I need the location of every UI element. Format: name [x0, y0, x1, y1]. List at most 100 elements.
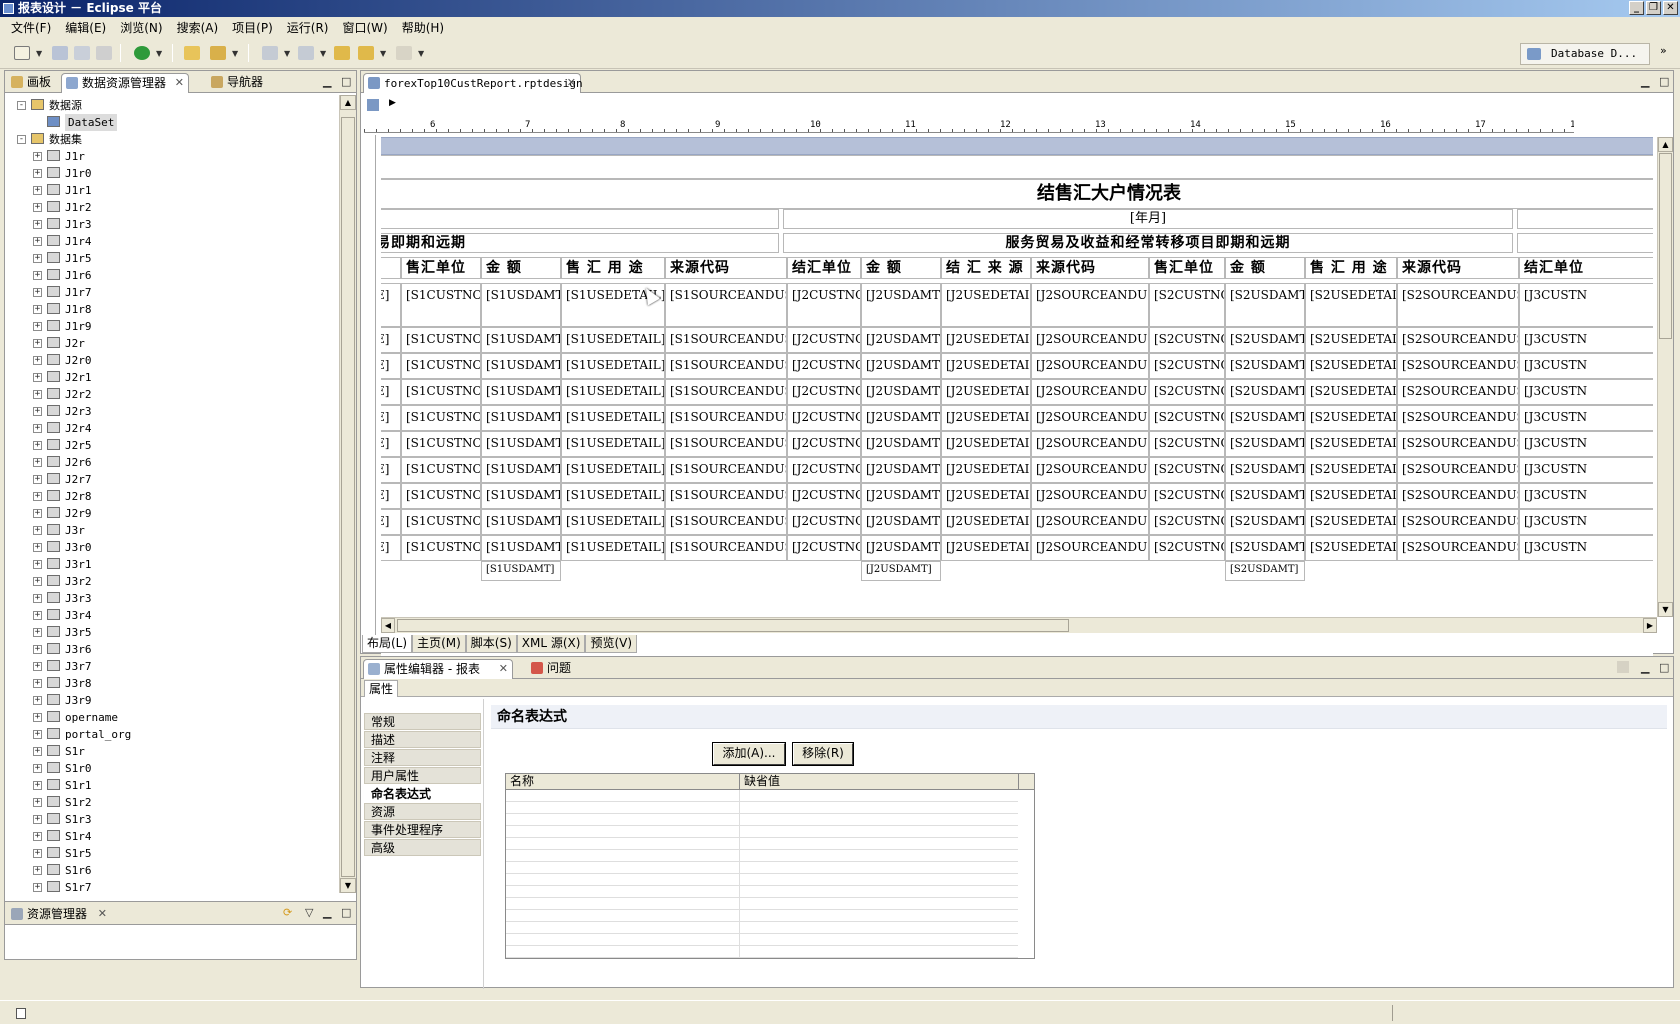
data-cell[interactable]: [J2CUSTNO]	[787, 509, 861, 535]
tree-dataset-item[interactable]: + J2r7	[9, 471, 327, 488]
data-cell[interactable]: [S2SOURCEANDUSE]	[1397, 283, 1519, 327]
tree-dataset-item[interactable]: + J3r1	[9, 556, 327, 573]
row-prefix[interactable]: E]	[381, 457, 401, 483]
data-cell[interactable]: [S2SOURCEANDUSE]	[1397, 405, 1519, 431]
expand-icon[interactable]: +	[33, 441, 42, 450]
expand-icon[interactable]: +	[33, 356, 42, 365]
data-cell[interactable]: [S2USDAMT]	[1225, 535, 1305, 561]
table-row[interactable]	[506, 886, 1018, 898]
minimize-view-icon[interactable]: ▁	[323, 906, 331, 919]
data-cell[interactable]: [S1CUSTNO]	[401, 379, 481, 405]
column-header[interactable]: 结汇单位	[1519, 257, 1653, 279]
close-icon[interactable]: ✕	[567, 74, 576, 92]
data-cell[interactable]: [J2SOURCEANDUSE]	[1031, 509, 1149, 535]
expand-icon[interactable]: +	[33, 271, 42, 280]
tree-dataset-item[interactable]: + J2r3	[9, 403, 327, 420]
data-cell[interactable]: [J2SOURCEANDUSE]	[1031, 431, 1149, 457]
expand-icon[interactable]: +	[33, 186, 42, 195]
menu-run[interactable]: 运行(R)	[280, 19, 336, 36]
save-all-icon[interactable]	[74, 46, 90, 60]
data-cell[interactable]: [S1SOURCEANDUSE]	[665, 457, 787, 483]
tree-dataset-item[interactable]: + J3r3	[9, 590, 327, 607]
data-cell[interactable]: [S2CUSTNO]	[1149, 457, 1225, 483]
data-cell[interactable]: [S1CUSTNO]	[401, 509, 481, 535]
expand-icon[interactable]: +	[33, 339, 42, 348]
data-cell[interactable]: [J2SOURCEANDUSE]	[1031, 353, 1149, 379]
data-cell[interactable]: [J2USDAMT]	[861, 283, 941, 327]
data-cell[interactable]: [S2USEDETAIL]	[1305, 405, 1397, 431]
data-cell[interactable]: [S1USEDETAIL]	[561, 509, 665, 535]
open-folder-icon[interactable]	[184, 46, 200, 60]
menu-help[interactable]: 帮助(H)	[395, 19, 451, 36]
data-cell[interactable]: [J2SOURCEANDUSE]	[1031, 379, 1149, 405]
data-cell[interactable]: [J3CUSTN	[1519, 509, 1653, 535]
data-cell[interactable]: [S2CUSTNO]	[1149, 509, 1225, 535]
expand-icon[interactable]: +	[33, 407, 42, 416]
row-prefix[interactable]: E]	[381, 379, 401, 405]
data-cell[interactable]: [J2USEDETAIL]	[941, 327, 1031, 353]
back-dropdown-icon[interactable]: ▼	[380, 49, 386, 58]
table-row[interactable]	[506, 826, 1018, 838]
maximize-view-icon[interactable]: □	[341, 906, 351, 919]
edit-dropdown-icon[interactable]: ▼	[232, 49, 238, 58]
data-cell[interactable]: [S2CUSTNO]	[1149, 431, 1225, 457]
data-cell[interactable]: [S1USEDETAIL]	[561, 327, 665, 353]
expand-icon[interactable]: +	[33, 764, 42, 773]
row-prefix[interactable]: E]	[381, 483, 401, 509]
column-header[interactable]: 售 汇 用 途	[561, 257, 665, 279]
maximize-editor-icon[interactable]: □	[1659, 75, 1669, 88]
tree-dataset-item[interactable]: + J3r4	[9, 607, 327, 624]
data-cell[interactable]: [S2USDAMT]	[1225, 379, 1305, 405]
view-menu-icon[interactable]: ▽	[305, 906, 313, 919]
tree-dataset-item[interactable]: + J3r2	[9, 573, 327, 590]
date-cell-left[interactable]	[381, 209, 779, 229]
minimize-view-icon[interactable]: ▁	[323, 75, 331, 88]
refresh-icon[interactable]: ⟳	[283, 906, 292, 919]
data-cell[interactable]: [J2USDAMT]	[861, 405, 941, 431]
column-header[interactable]: 结 汇 来 源	[941, 257, 1031, 279]
data-cell[interactable]: [S1USEDETAIL]	[561, 457, 665, 483]
tree-scrollbar[interactable]: ▲ ▼	[339, 95, 356, 893]
row-prefix[interactable]: E]	[381, 283, 401, 327]
column-header-default[interactable]: 缺省值	[744, 774, 780, 789]
data-cell[interactable]: [S1USDAMT]	[481, 353, 561, 379]
data-cell[interactable]: [S2USDAMT]	[1225, 327, 1305, 353]
tab-preview[interactable]: 预览(V)	[585, 635, 638, 653]
data-cell[interactable]: [J2CUSTNO]	[787, 327, 861, 353]
editor-hscroll-thumb[interactable]	[397, 619, 1069, 632]
data-cell[interactable]: [S1SOURCEANDUSE]	[665, 431, 787, 457]
expand-icon[interactable]: +	[33, 373, 42, 382]
data-cell[interactable]: [J2CUSTNO]	[787, 431, 861, 457]
expand-icon[interactable]: +	[33, 152, 42, 161]
collapse-icon[interactable]: -	[17, 135, 26, 144]
data-cell[interactable]: [S2USEDETAIL]	[1305, 457, 1397, 483]
data-cell[interactable]: [J2USEDETAIL]	[941, 405, 1031, 431]
data-cell[interactable]: [S1CUSTNO]	[401, 283, 481, 327]
menu-file[interactable]: 文件(F)	[4, 19, 58, 36]
tab-palette[interactable]: 画板	[7, 73, 59, 93]
group-header-right[interactable]	[1517, 233, 1653, 253]
data-cell[interactable]: [S2USEDETAIL]	[1305, 535, 1397, 561]
expand-icon[interactable]: +	[33, 645, 42, 654]
table-row[interactable]	[506, 862, 1018, 874]
data-cell[interactable]: [S1CUSTNO]	[401, 535, 481, 561]
data-cell[interactable]: [S2SOURCEANDUSE]	[1397, 353, 1519, 379]
perspective-switcher[interactable]: Database D...	[1520, 43, 1650, 65]
data-cell[interactable]: [J3CUSTN	[1519, 327, 1653, 353]
expand-icon[interactable]: +	[33, 577, 42, 586]
tree-dataset-item[interactable]: + J1r	[9, 148, 327, 165]
data-cell[interactable]: [S2USDAMT]	[1225, 353, 1305, 379]
print-icon[interactable]	[96, 46, 112, 60]
tree-dataset-item[interactable]: + S1r0	[9, 760, 327, 777]
data-cell[interactable]: [S1USDAMT]	[481, 535, 561, 561]
expand-icon[interactable]: +	[33, 560, 42, 569]
row-prefix[interactable]: E]	[381, 535, 401, 561]
row-prefix[interactable]: E]	[381, 327, 401, 353]
tree-dataset-item[interactable]: + J3r8	[9, 675, 327, 692]
data-cell[interactable]: [S1USDAMT]	[481, 457, 561, 483]
property-category[interactable]: 注释	[364, 749, 481, 766]
minimize-view-icon[interactable]: ▁	[1641, 661, 1649, 674]
expand-icon[interactable]: +	[33, 322, 42, 331]
expand-icon[interactable]: +	[33, 815, 42, 824]
table-row[interactable]	[506, 910, 1018, 922]
